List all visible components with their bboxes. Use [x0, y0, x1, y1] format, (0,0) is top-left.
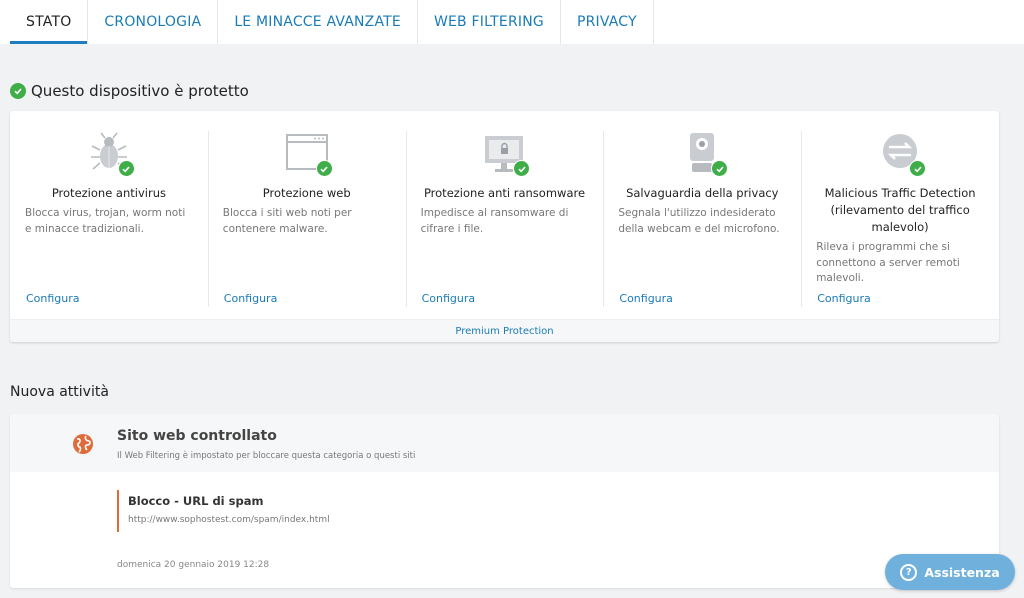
- feature-title: Salvaguardia della privacy: [626, 186, 779, 200]
- feature-title: Protezione antivirus: [51, 186, 166, 200]
- feature-desc: Segnala l'utilizzo indesiderato della we…: [618, 207, 780, 235]
- activity-card: Sito web controllato Il Web Filtering è …: [10, 414, 999, 588]
- tab-bar: STATO CRONOLOGIA LE MINACCE AVANZATE WEB…: [0, 0, 1024, 44]
- check-badge-icon: [117, 160, 135, 177]
- tabs: STATO CRONOLOGIA LE MINACCE AVANZATE WEB…: [0, 0, 1024, 44]
- assistenza-button[interactable]: ? Assistenza: [885, 554, 1015, 590]
- check-badge-icon: [711, 160, 729, 177]
- traffic-icon: [878, 131, 927, 177]
- activity-subtitle: Il Web Filtering è impostato per bloccar…: [117, 451, 416, 461]
- question-icon: ?: [900, 563, 918, 581]
- globe-icon: [72, 433, 94, 455]
- configure-link-antivirus[interactable]: Configura: [26, 292, 80, 305]
- tab-cronologia[interactable]: CRONOLOGIA: [88, 0, 219, 44]
- assistenza-label: Assistenza: [924, 564, 1000, 580]
- block-title: Blocco - URL di spam: [128, 494, 264, 508]
- bug-icon: [87, 131, 135, 177]
- protection-features-card: Protezione antivirus Blocca virus, troja…: [10, 111, 999, 342]
- tab-web-filtering[interactable]: WEB FILTERING: [418, 0, 561, 44]
- browser-window-icon: [285, 131, 333, 177]
- feature-title: Protezione anti ransomware: [423, 186, 586, 200]
- feature-title: Malicious Traffic Detection (rilevamento…: [824, 186, 976, 234]
- premium-protection-link[interactable]: Premium Protection: [10, 319, 999, 342]
- feature-desc: Impedisce al ransomware di cifrare i fil…: [420, 207, 569, 235]
- webcam-icon: [680, 131, 729, 177]
- feature-title: Protezione web: [262, 186, 351, 200]
- check-badge-icon: [315, 160, 333, 177]
- activity-title: Sito web controllato: [117, 428, 277, 444]
- configure-link-traffic[interactable]: Configura: [817, 292, 871, 305]
- feature-web: Protezione web Blocca i siti web noti pe…: [207, 111, 406, 319]
- monitor-lock-icon: [482, 131, 531, 177]
- tab-minacce-avanzate[interactable]: LE MINACCE AVANZATE: [218, 0, 418, 44]
- activity-section-title: Nuova attività: [10, 384, 109, 400]
- feature-antivirus: Protezione antivirus Blocca virus, troja…: [10, 111, 208, 319]
- status-title: Questo dispositivo è protetto: [31, 82, 249, 100]
- block-url: http://www.sophostest.com/spam/index.htm…: [128, 515, 330, 525]
- activity-header: Sito web controllato Il Web Filtering è …: [10, 414, 999, 472]
- check-badge-icon: [909, 160, 927, 177]
- configure-link-web[interactable]: Configura: [224, 292, 278, 305]
- feature-desc: Blocca virus, trojan, worm noti e minacc…: [25, 207, 186, 235]
- feature-privacy: Salvaguardia della privacy Segnala l'uti…: [603, 111, 801, 319]
- configure-link-ransomware[interactable]: Configura: [422, 292, 476, 305]
- feature-ransomware: Protezione anti ransomware Impedisce al …: [405, 111, 604, 319]
- feature-desc: Blocca i siti web noti per contenere mal…: [222, 207, 352, 235]
- feature-traffic-detection: Malicious Traffic Detection (rilevamento…: [801, 111, 999, 319]
- status-heading: Questo dispositivo è protetto: [10, 82, 249, 100]
- tab-stato[interactable]: STATO: [10, 0, 89, 44]
- tab-privacy[interactable]: PRIVACY: [561, 0, 654, 44]
- configure-link-privacy[interactable]: Configura: [619, 292, 673, 305]
- check-circle-icon: [10, 83, 26, 99]
- blocked-url-entry: Blocco - URL di spam http://www.sophoste…: [117, 490, 330, 532]
- activity-date: domenica 20 gennaio 2019 12:28: [117, 560, 270, 570]
- feature-desc: Rileva i programmi che si connettono a s…: [816, 241, 960, 284]
- check-badge-icon: [513, 160, 531, 177]
